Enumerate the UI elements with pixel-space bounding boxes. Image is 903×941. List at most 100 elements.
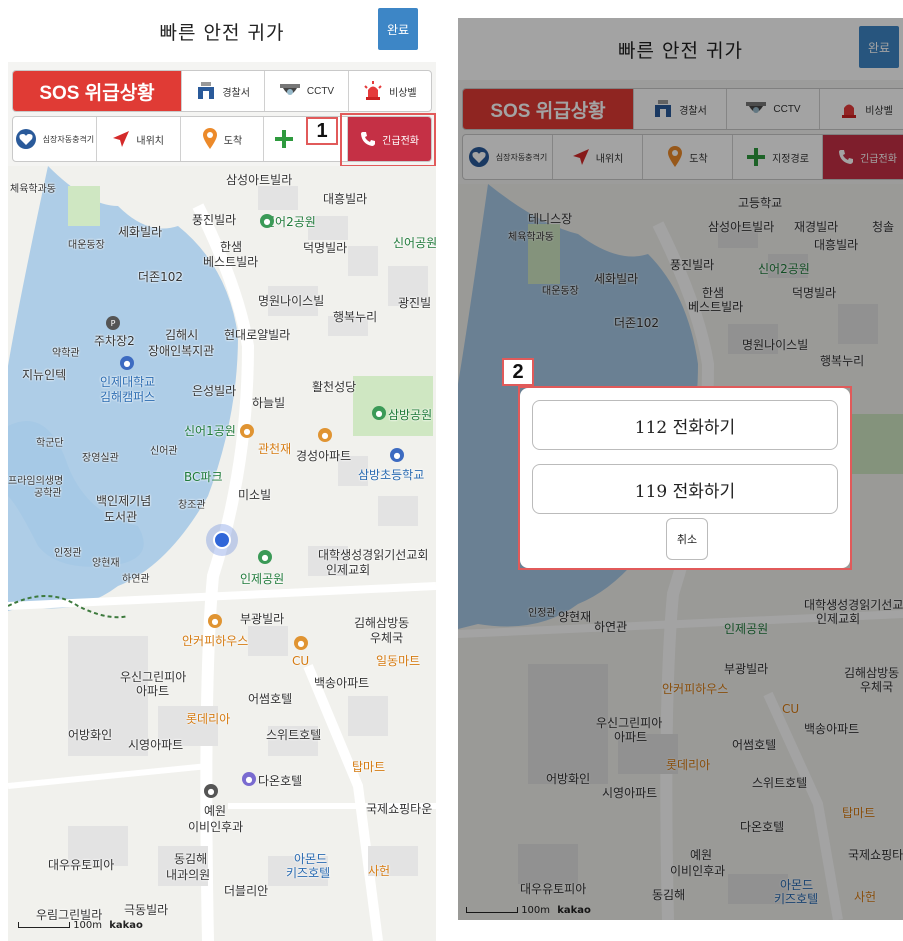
step-badge-2: 2 xyxy=(502,358,534,386)
park-marker-icon: ● xyxy=(372,406,386,420)
map-label: 스위트호텔 xyxy=(266,728,322,742)
map-label: CU xyxy=(292,654,310,668)
map-label: 은성빌라 xyxy=(192,384,237,398)
hospital-marker-icon: ● xyxy=(204,784,218,798)
map-label: 하연관 xyxy=(122,574,150,585)
cctv-icon xyxy=(279,82,301,100)
step-badge-1: 1 xyxy=(306,117,338,145)
map-label: BC파크 xyxy=(184,470,223,484)
location-arrow-icon xyxy=(112,130,130,148)
cafe-marker-icon: ● xyxy=(208,614,222,628)
map-label: 우체국 xyxy=(370,631,404,645)
map-label: 다온호텔 xyxy=(258,774,303,788)
map-label: 현대로얄빌라 xyxy=(224,328,291,342)
highlight-call-dialog xyxy=(518,386,852,570)
map-label: 일동마트 xyxy=(376,654,421,668)
aed-label: 심장자동충격기 xyxy=(42,134,95,144)
parking-marker-icon: P xyxy=(106,316,120,330)
emergency-bell-label: 비상벨 xyxy=(389,87,417,99)
kakao-logo: kakao xyxy=(109,920,143,931)
map-label: 이비인후과 xyxy=(188,820,244,834)
map-label: 삼방공원 xyxy=(388,408,433,422)
map-label: 백인제기념 xyxy=(96,494,152,508)
park-marker-icon: ● xyxy=(260,214,274,228)
map-label: 백송아파트 xyxy=(314,676,370,690)
highlight-emergency-call xyxy=(340,113,436,167)
map-label: 공학관 xyxy=(34,488,62,499)
scale-bar xyxy=(18,922,70,928)
map-scale: 100m kakao xyxy=(18,920,143,931)
map-label: 장애인복지관 xyxy=(148,344,215,358)
map-label: 학군단 xyxy=(36,438,64,449)
panel-main-screen: 빠른 안전 귀가 완료 SOS 위급상황 경찰서 CCTV 비상벨 심장자동충격… xyxy=(8,0,436,941)
map-label: 대우유토피아 xyxy=(48,858,115,872)
police-station-button[interactable]: 경찰서 xyxy=(181,71,264,111)
police-station-label: 경찰서 xyxy=(222,87,250,99)
map-label: 롯데리아 xyxy=(186,712,231,726)
map-label: 더존102 xyxy=(138,270,183,284)
map-label: 대운동장 xyxy=(68,240,105,251)
page-title: 빠른 안전 귀가 xyxy=(159,22,285,44)
map-label: 아파트 xyxy=(136,684,170,698)
done-button[interactable]: 완료 xyxy=(378,8,418,50)
map-label: 풍진빌라 xyxy=(192,213,237,227)
police-station-icon xyxy=(196,81,216,101)
map-label: 미소빌 xyxy=(238,488,272,502)
map-view[interactable]: 체육학과동 삼성아트빌라 대흥빌라 풍진빌라 신어2공원 대운동장 세화빌라 한… xyxy=(8,166,436,941)
map-label: 지뉴인텍 xyxy=(22,368,67,382)
map-label: 내과의원 xyxy=(166,868,211,882)
current-location-marker xyxy=(206,524,238,556)
map-label: 김해캠퍼스 xyxy=(100,390,156,404)
map-label: 주차장2 xyxy=(94,334,135,348)
map-label: 어썸호텔 xyxy=(248,692,293,706)
poi-marker-icon: ● xyxy=(318,428,332,442)
map-label: 신어공원 xyxy=(393,236,436,250)
map-label: 동김해 xyxy=(174,852,208,866)
map-label: 인제공원 xyxy=(240,572,285,586)
school-marker-icon: ● xyxy=(120,356,134,370)
aed-button[interactable]: 심장자동충격기 xyxy=(13,117,96,161)
map-label: 창조관 xyxy=(178,500,206,511)
map-label: 관천재 xyxy=(258,442,292,456)
hotel-marker-icon: ● xyxy=(242,772,256,786)
map-label: 안커피하우스 xyxy=(182,634,249,648)
my-location-button[interactable]: 내위치 xyxy=(95,117,180,161)
map-label: 양현재 xyxy=(92,558,120,569)
map-label: 키즈호텔 xyxy=(286,866,331,880)
map-label: 인정관 xyxy=(54,548,82,559)
map-label: 명원나이스빌 xyxy=(258,294,325,308)
pin-icon xyxy=(202,128,218,150)
map-label: 어방화인 xyxy=(68,728,113,742)
map-label: 김해시 xyxy=(165,328,199,342)
map-label: 세화빌라 xyxy=(118,225,163,239)
map-label: 신어관 xyxy=(150,446,178,457)
map-label: 활천성당 xyxy=(312,380,357,394)
store-marker-icon: ● xyxy=(294,636,308,650)
map-label: 장영실관 xyxy=(82,453,119,464)
emergency-bell-button[interactable]: 비상벨 xyxy=(347,71,431,111)
poi-marker-icon: ● xyxy=(240,424,254,438)
map-label: 하늘빌 xyxy=(252,396,286,410)
map-label: 극동빌라 xyxy=(124,903,169,917)
aed-icon xyxy=(15,128,37,150)
school-marker-icon: ● xyxy=(390,448,404,462)
map-label: 부광빌라 xyxy=(240,612,285,626)
park-marker-icon: ● xyxy=(258,550,272,564)
map-label: 인제교회 xyxy=(326,563,371,577)
map-label: 덕명빌라 xyxy=(303,241,348,255)
cctv-button[interactable]: CCTV xyxy=(264,71,347,111)
toolbar-row-1: SOS 위급상황 경찰서 CCTV 비상벨 xyxy=(12,70,432,112)
cctv-label: CCTV xyxy=(306,85,335,97)
arrival-button[interactable]: 도착 xyxy=(179,117,264,161)
map-label: 행복누리 xyxy=(333,310,378,324)
map-label: 더블리안 xyxy=(224,884,269,898)
map-label: 베스트빌라 xyxy=(203,255,259,269)
panel-call-dialog-screen: 빠른 안전 귀가 완료 SOS 위급상황 경찰서 CCTV 비상벨 심장자동충격… xyxy=(458,18,903,920)
sos-emergency-button[interactable]: SOS 위급상황 xyxy=(13,71,181,111)
plus-icon xyxy=(274,129,294,149)
map-label: 대흥빌라 xyxy=(323,192,368,206)
app-header: 빠른 안전 귀가 완료 xyxy=(8,0,436,62)
map-label: 신어1공원 xyxy=(184,424,236,438)
map-label: 도서관 xyxy=(104,510,138,524)
map-label: 삼성아트빌라 xyxy=(226,173,293,187)
